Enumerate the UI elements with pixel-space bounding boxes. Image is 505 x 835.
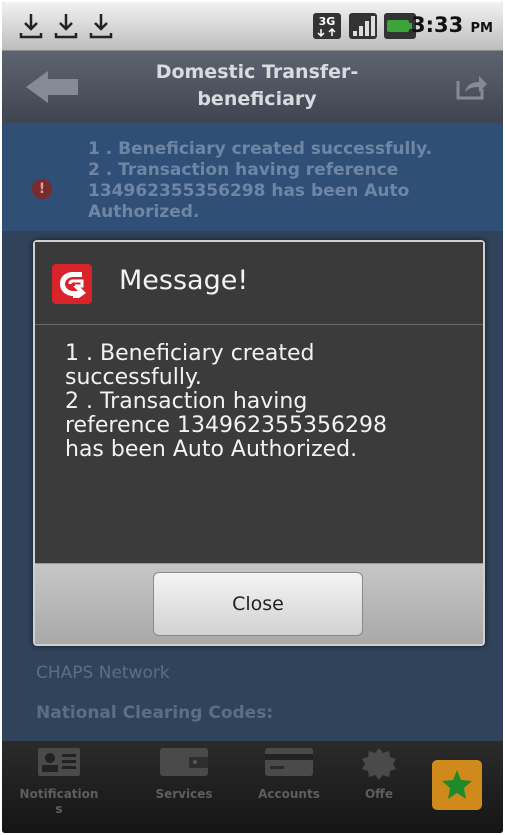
wallet-icon [160, 748, 208, 776]
dialog-message-line: has been Auto Authorized. [65, 437, 358, 462]
status-bar: 3G 3:33 PM [2, 2, 503, 51]
result-message-text: 1 . Beneficiary created successfully. 2 … [88, 139, 488, 223]
dialog-header: Message! [35, 242, 483, 325]
result-line: Authorized. [88, 202, 200, 222]
download-icon [89, 14, 113, 39]
clearing-codes-label: National Clearing Codes: [36, 703, 274, 723]
star-icon [442, 770, 472, 799]
nav-label: Accounts [258, 787, 320, 801]
status-clock: 3:33 PM [411, 13, 493, 37]
nav-label: Services [155, 787, 213, 801]
credit-card-icon [265, 748, 313, 776]
close-button[interactable]: Close [153, 572, 363, 636]
page-title-line: beneficiary [197, 88, 317, 110]
3g-icon: 3G [313, 13, 341, 39]
nav-accounts[interactable]: Accounts [239, 747, 339, 802]
dialog-message: 1 . Beneficiary created successfully. 2 … [65, 342, 465, 462]
dialog-footer: Close [35, 563, 483, 644]
dialog-message-line: successfully. [65, 365, 202, 390]
dialog-message-line: reference 134962355356298 [65, 413, 387, 438]
nav-services[interactable]: Services [134, 747, 234, 802]
dialog-title: Message! [119, 265, 249, 296]
message-dialog: Message! 1 . Beneficiary created success… [33, 240, 485, 646]
phone-screen: 3G 3:33 PM Domestic Transfer- beneficiar… [2, 2, 503, 833]
nav-notifications[interactable]: Notification s [9, 747, 109, 817]
download-icon [54, 14, 78, 39]
chaps-network-label: CHAPS Network [36, 663, 170, 683]
favorites-button[interactable] [432, 760, 482, 810]
result-line: 2 . Transaction having reference [88, 160, 399, 180]
clock-time: 3:33 [410, 13, 464, 37]
bank-logo-icon [52, 264, 92, 304]
result-message-box: ! 1 . Beneficiary created successfully. … [2, 123, 503, 231]
dialog-message-line: 1 . Beneficiary created [65, 341, 315, 366]
alert-icon: ! [32, 179, 52, 199]
contact-card-icon [38, 748, 80, 776]
download-icon [19, 14, 43, 39]
result-line: 134962355356298 has been Auto [88, 181, 410, 201]
nav-label: Notification [19, 787, 99, 801]
nav-label: Offe [364, 787, 394, 801]
dialog-message-line: 2 . Transaction having [65, 389, 308, 414]
signal-icon [349, 13, 377, 39]
share-icon[interactable] [455, 73, 489, 101]
back-arrow-icon[interactable] [24, 69, 80, 105]
badge-icon [362, 748, 396, 780]
page-title: Domestic Transfer- beneficiary [112, 59, 402, 113]
result-line: 1 . Beneficiary created successfully. [88, 139, 433, 159]
title-bar: Domestic Transfer- beneficiary [2, 51, 503, 123]
page-title-line: Domestic Transfer- [155, 61, 359, 83]
bottom-nav: Notification s Services Accounts Offe [2, 741, 503, 833]
svg-text:3G: 3G [319, 15, 336, 28]
nav-label: s [55, 802, 63, 816]
clock-ampm: PM [470, 21, 493, 36]
nav-offers[interactable]: Offe [335, 747, 423, 802]
